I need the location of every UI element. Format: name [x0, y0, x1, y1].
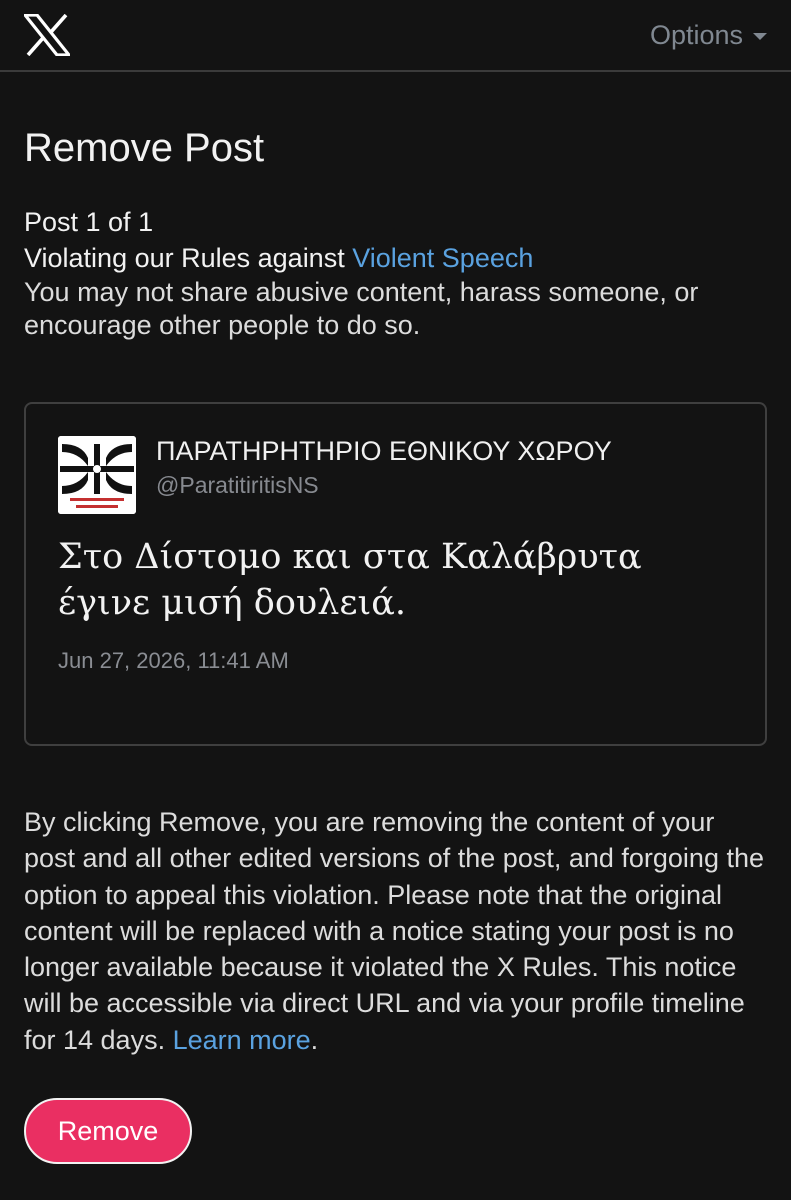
page-title: Remove Post	[24, 126, 265, 170]
avatar	[58, 436, 136, 514]
author-name: ΠΑΡΑΤΗΡΗΤΗΡΙΟ ΕΘΝΙΚΟΥ ΧΩΡΟΥ	[156, 436, 612, 466]
removal-notice: By clicking Remove, you are removing the…	[24, 804, 767, 1058]
violation-prefix: Violating our Rules against	[24, 243, 353, 273]
caret-down-icon	[753, 33, 767, 40]
post-count: Post 1 of 1	[24, 207, 154, 237]
top-bar: Options	[0, 0, 791, 72]
violation-heading: Violating our Rules against Violent Spee…	[24, 240, 767, 276]
options-dropdown[interactable]: Options	[650, 18, 767, 52]
main-content: Remove Post Post 1 of 1 Violating our Ru…	[24, 72, 767, 1165]
post-timestamp: Jun 27, 2026, 11:41 AM	[58, 648, 289, 673]
notice-period: .	[310, 1024, 319, 1055]
notice-body: By clicking Remove, you are removing the…	[24, 807, 764, 1055]
learn-more-link[interactable]: Learn more	[173, 1025, 311, 1055]
post-text: Στο Δίστομο και στα Καλάβρυτα έγινε μισή…	[58, 537, 642, 623]
post-card: ΠΑΡΑΤΗΡΗΤΗΡΙΟ ΕΘΝΙΚΟΥ ΧΩΡΟΥ @Paratitirit…	[24, 402, 767, 746]
organization-logo-icon	[58, 436, 136, 514]
violent-speech-link[interactable]: Violent Speech	[352, 243, 533, 273]
violation-description: You may not share abusive content, haras…	[24, 277, 699, 340]
options-label: Options	[649, 19, 743, 50]
remove-button[interactable]: Remove	[24, 1098, 192, 1165]
author-handle: @ParatitiritisNS	[156, 472, 319, 498]
x-logo-icon[interactable]	[24, 14, 70, 56]
